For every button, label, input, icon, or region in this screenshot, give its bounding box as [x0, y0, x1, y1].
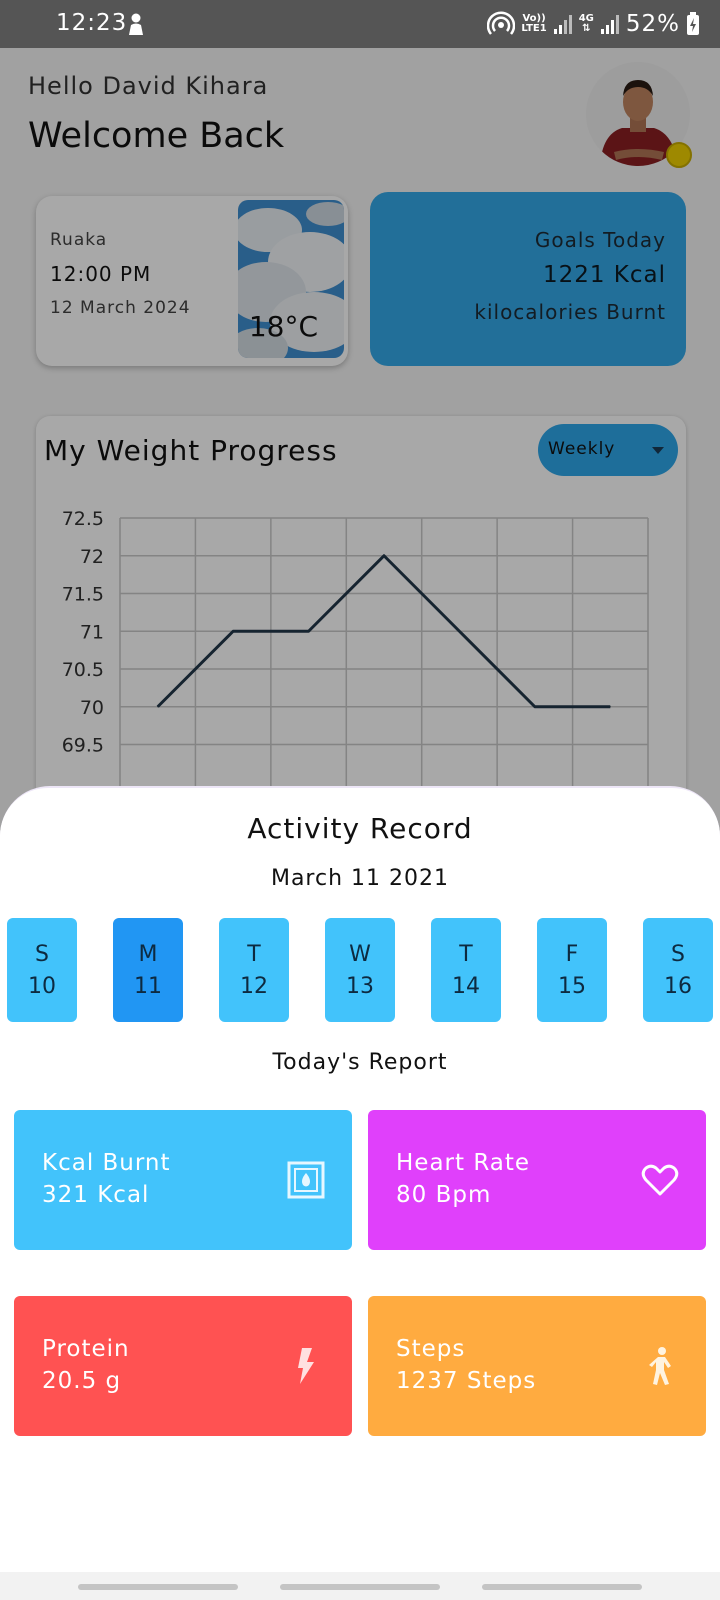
status-bar: 12:23 Vo)) LTE1 4G ⇅ 52%	[0, 0, 720, 48]
steps-card[interactable]: Steps 1237 Steps	[368, 1296, 706, 1436]
walking-icon	[649, 1347, 671, 1385]
day-tile[interactable]: M 11	[113, 918, 183, 1022]
data-arrows: ⇅	[582, 23, 591, 34]
day-number: 12	[240, 974, 268, 999]
battery-percent: 52%	[625, 11, 680, 37]
day-number: 16	[664, 974, 692, 999]
day-number: 13	[346, 974, 374, 999]
day-tile[interactable]: S 10	[7, 918, 77, 1022]
navigation-bar	[0, 1572, 720, 1600]
day-tile[interactable]: T 14	[431, 918, 501, 1022]
status-time: 12:23	[56, 10, 128, 36]
heart-icon	[641, 1164, 679, 1196]
day-letter: S	[35, 942, 49, 967]
protein-label: Protein	[42, 1336, 130, 1362]
signal-icon	[553, 15, 572, 34]
day-number: 15	[558, 974, 586, 999]
day-letter: F	[565, 942, 579, 967]
nav-handle[interactable]	[78, 1584, 238, 1590]
activity-date: March 11 2021	[270, 866, 450, 891]
status-icons: Vo)) LTE1 4G ⇅ 52%	[487, 8, 700, 40]
day-number: 10	[28, 974, 56, 999]
day-letter: M	[138, 942, 158, 967]
day-tile[interactable]: W 13	[325, 918, 395, 1022]
steps-label: Steps	[396, 1336, 466, 1362]
battery-icon	[687, 12, 699, 35]
heart-rate-card[interactable]: Heart Rate 80 Bpm	[368, 1110, 706, 1250]
heart-rate-value: 80 Bpm	[396, 1182, 492, 1208]
day-tile[interactable]: F 15	[537, 918, 607, 1022]
activity-title: Activity Record	[247, 812, 473, 845]
kcal-burnt-card[interactable]: Kcal Burnt 321 Kcal	[14, 1110, 352, 1250]
volte-indicator: Vo)) LTE1	[521, 14, 546, 34]
day-tile[interactable]: S 16	[643, 918, 713, 1022]
fireplace-icon	[287, 1161, 325, 1199]
nav-handle[interactable]	[482, 1584, 642, 1590]
nav-handle[interactable]	[280, 1584, 440, 1590]
kcal-burnt-value: 321 Kcal	[42, 1182, 150, 1208]
heart-rate-label: Heart Rate	[396, 1150, 531, 1176]
protein-card[interactable]: Protein 20.5 g	[14, 1296, 352, 1436]
network-type: 4G ⇅	[579, 14, 594, 34]
day-letter: W	[349, 942, 371, 967]
day-letter: T	[247, 942, 261, 967]
report-title: Today's Report	[272, 1050, 448, 1075]
day-tile[interactable]: T 12	[219, 918, 289, 1022]
activity-bottom-sheet: Activity Record March 11 2021 S 10 M 11 T 12 W…	[0, 788, 720, 1588]
day-number: 11	[134, 974, 162, 999]
person-icon	[129, 13, 143, 35]
steps-value: 1237 Steps	[396, 1368, 537, 1394]
day-number: 14	[452, 974, 480, 999]
kcal-burnt-label: Kcal Burnt	[42, 1150, 171, 1176]
lte-label: LTE1	[521, 23, 547, 34]
protein-value: 20.5 g	[42, 1368, 122, 1394]
day-letter: T	[459, 942, 473, 967]
signal-icon	[600, 15, 619, 34]
hotspot-icon	[487, 11, 516, 35]
day-letter: S	[671, 942, 685, 967]
lightning-icon	[298, 1348, 314, 1384]
